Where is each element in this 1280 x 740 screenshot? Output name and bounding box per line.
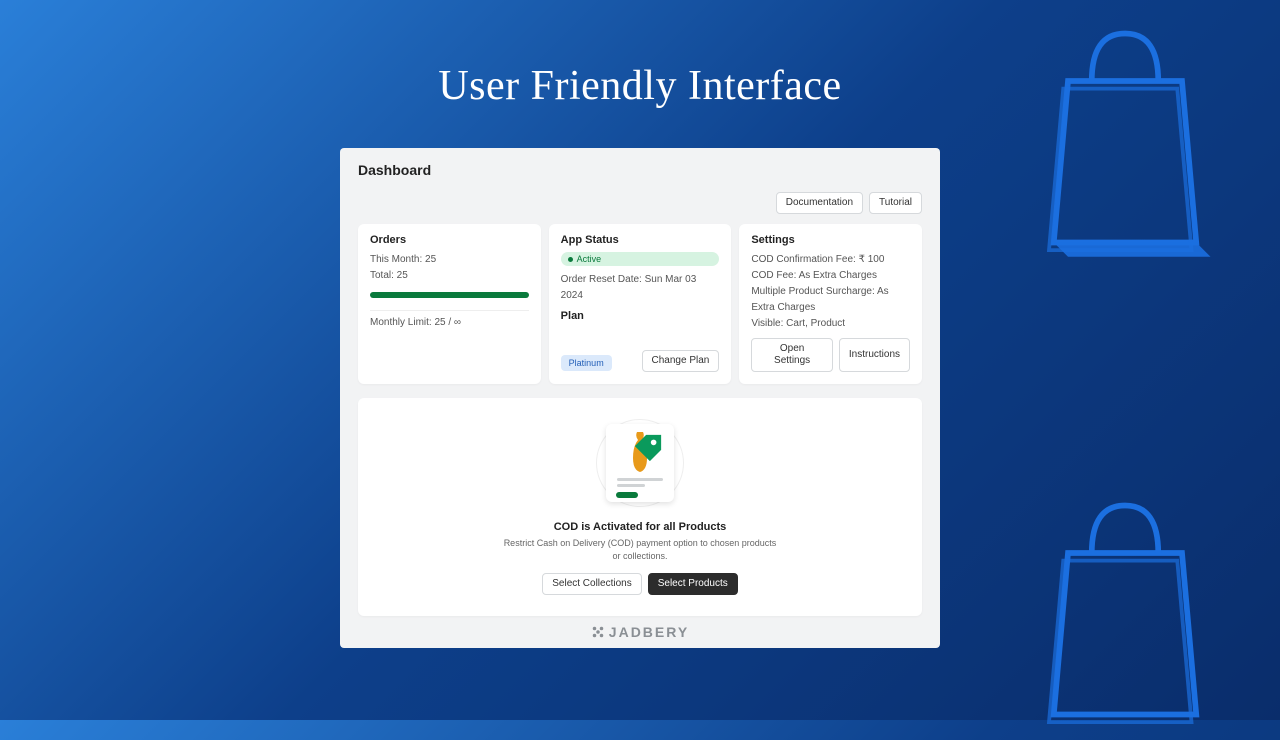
settings-card: Settings COD Confirmation Fee: ₹ 100 COD… xyxy=(739,224,922,384)
status-dot-icon xyxy=(568,257,573,262)
orders-progress xyxy=(370,292,529,298)
panel-subtitle: Restrict Cash on Delivery (COD) payment … xyxy=(500,537,780,562)
app-status-card: App Status Active Order Reset Date: Sun … xyxy=(549,224,732,384)
plan-heading: Plan xyxy=(561,310,720,322)
settings-line: COD Fee: As Extra Charges xyxy=(751,268,910,284)
orders-card: Orders This Month: 25 Total: 25 Monthly … xyxy=(358,224,541,384)
status-badge: Active xyxy=(561,252,720,266)
select-collections-button[interactable]: Select Collections xyxy=(542,573,641,595)
price-tag-icon xyxy=(633,426,663,470)
instructions-button[interactable]: Instructions xyxy=(839,338,910,372)
change-plan-button[interactable]: Change Plan xyxy=(642,350,720,372)
tutorial-button[interactable]: Tutorial xyxy=(869,192,922,214)
page-title: Dashboard xyxy=(358,162,922,178)
main-panel: COD is Activated for all Products Restri… xyxy=(358,398,922,616)
documentation-button[interactable]: Documentation xyxy=(776,192,863,214)
panel-title: COD is Activated for all Products xyxy=(554,521,727,533)
settings-line: Visible: Cart, Product xyxy=(751,316,910,332)
product-illustration xyxy=(596,419,684,507)
plan-badge: Platinum xyxy=(561,355,612,371)
reset-date: Order Reset Date: Sun Mar 03 2024 xyxy=(561,272,720,304)
shopping-bag-icon xyxy=(1030,480,1220,740)
status-label: Active xyxy=(577,254,602,264)
orders-this-month: This Month: 25 xyxy=(370,252,529,268)
orders-limit: Monthly Limit: 25 / ∞ xyxy=(370,315,529,331)
brand-name: JADBERY xyxy=(609,624,689,640)
hero-title: User Friendly Interface xyxy=(0,0,1280,110)
settings-line: COD Confirmation Fee: ₹ 100 xyxy=(751,252,910,268)
settings-line: Multiple Product Surcharge: As Extra Cha… xyxy=(751,284,910,316)
orders-heading: Orders xyxy=(370,234,529,246)
select-products-button[interactable]: Select Products xyxy=(648,573,738,595)
brand-logo-icon xyxy=(591,625,605,639)
settings-heading: Settings xyxy=(751,234,910,246)
orders-total: Total: 25 xyxy=(370,268,529,284)
open-settings-button[interactable]: Open Settings xyxy=(751,338,833,372)
header-buttons: Documentation Tutorial xyxy=(358,192,922,214)
footer-brand: JADBERY xyxy=(358,624,922,640)
status-heading: App Status xyxy=(561,234,720,246)
app-window: Dashboard Documentation Tutorial Orders … xyxy=(340,148,940,648)
